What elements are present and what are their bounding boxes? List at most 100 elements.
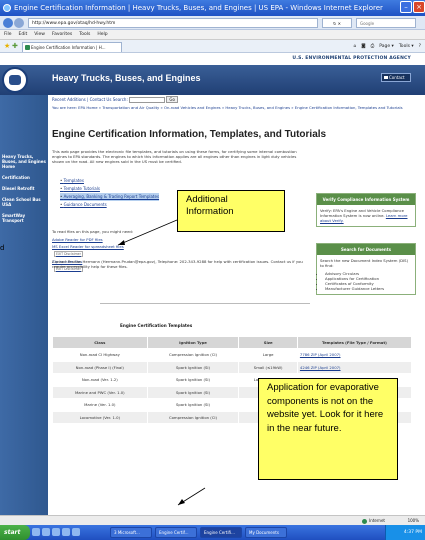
search-documents-list: Advisory Circulars Applications for Cert… — [317, 271, 415, 294]
taskbar-item[interactable]: 3 Microsoft... — [110, 527, 152, 538]
feeds-icon[interactable]: ◙ — [361, 42, 365, 51]
left-nav-smartway[interactable]: SmartWay Transport — [0, 210, 48, 226]
cell-class: Marine (Ver. 1.0) — [52, 398, 148, 412]
link-templates[interactable]: Templates — [60, 177, 159, 185]
browser-tab[interactable]: Engine Certification Information | H... — [22, 42, 122, 52]
quick-launch-icon[interactable] — [32, 528, 40, 536]
cell-class: Non-road CI Highway — [52, 348, 148, 362]
contact-button[interactable]: Contact — [381, 73, 411, 82]
taskbar-item-active[interactable]: Engine Certifi... — [200, 527, 242, 538]
search-box[interactable]: Google — [356, 18, 416, 28]
menu-favorites[interactable]: Favorites — [52, 30, 72, 39]
quick-launch-icon[interactable] — [52, 528, 60, 536]
list-item[interactable]: Manufacturer Guidance Letters — [325, 286, 415, 294]
url-field[interactable]: http://www.epa.gov/otaq/hd-hwy.htm — [28, 18, 318, 28]
window-title: Engine Certification Information | Heavy… — [14, 4, 383, 12]
print-icon[interactable]: ⎙ — [371, 42, 375, 51]
quick-launch-icon[interactable] — [42, 528, 50, 536]
col-size: Size — [238, 336, 298, 349]
cell-class: Non-road (Ver. 1.2) — [52, 373, 148, 387]
refresh-stop-buttons[interactable]: ↻ ✕ — [322, 18, 352, 28]
page-menu[interactable]: Page ▾ — [379, 42, 394, 51]
zone-label: Internet — [369, 518, 385, 523]
search-documents-body[interactable]: Search the new Document Index System (DI… — [317, 255, 415, 271]
favorites-star-icon[interactable]: ★ — [4, 42, 10, 51]
tab-label: Engine Certification Information | H... — [31, 45, 106, 50]
system-tray: 4:37 PM — [385, 525, 425, 540]
internet-explorer-icon — [3, 4, 11, 12]
additional-information-callout: Additional Information — [177, 190, 285, 232]
table-row: Non-road CI Highway Compression Ignition… — [52, 348, 413, 362]
taskbar-item[interactable]: Engine Certif... — [155, 527, 197, 538]
file-readers-intro: To read files on this page, you might ne… — [52, 229, 134, 234]
search-documents-box: Search for Documents Search the new Docu… — [316, 243, 416, 295]
close-button[interactable]: × — [413, 1, 425, 13]
start-button[interactable]: start — [0, 525, 30, 540]
contact-paragraph: Contact Prudan Hermann (Hermann.Prudan@e… — [52, 259, 303, 269]
link-guidance-documents[interactable]: Guidance Documents — [60, 201, 159, 209]
tools-menu[interactable]: Tools ▾ — [399, 42, 414, 51]
menu-bar: File Edit View Favorites Tools Help — [0, 30, 425, 40]
taskbar-item[interactable]: My Documents — [245, 527, 287, 538]
cell-class: Marine and PWC (Ver. 1.0) — [52, 385, 148, 399]
menu-file[interactable]: File — [4, 30, 12, 39]
left-nav-home[interactable]: Heavy Trucks, Buses, and Engines Home — [0, 151, 48, 172]
address-bar: http://www.epa.gov/otaq/hd-hwy.htm ↻ ✕ G… — [0, 16, 425, 30]
cell-size: Small (≤19kW) — [238, 360, 298, 374]
col-ignition-type: Ignition Type — [146, 336, 240, 349]
search-go-button[interactable]: Go — [166, 96, 178, 103]
minimize-button[interactable]: – — [400, 1, 412, 13]
quick-launch — [32, 528, 80, 536]
link-template-tutorials[interactable]: Template Tutorials — [60, 185, 159, 193]
evaporative-components-callout: Application for evaporative components i… — [258, 378, 398, 480]
cell-class: Non-road (Phase I) (Final) — [52, 360, 148, 374]
intro-paragraph: This web page provides the electronic fi… — [52, 149, 297, 164]
home-icon[interactable]: ⌂ — [353, 42, 356, 51]
add-favorites-icon[interactable]: ✚ — [12, 42, 18, 51]
quick-launch-icon[interactable] — [72, 528, 80, 536]
exit-disclaimer-badge[interactable]: EXIT Disclaimer — [54, 251, 83, 257]
window-title-bar: Engine Certification Information | Heavy… — [0, 0, 425, 16]
verify-box-body: Verify: EPA's Engine and Vehicle Complia… — [317, 205, 415, 226]
left-navigation: Heavy Trucks, Buses, and Engines Home Ce… — [0, 95, 48, 515]
cell-template-link[interactable]: 7786 ZIP (April 2007) — [296, 348, 413, 362]
mail-icon — [384, 76, 388, 79]
banner-title: Heavy Trucks, Buses, and Engines — [52, 73, 201, 83]
cell-template-link[interactable]: 4246 ZIP (April 2007) — [296, 360, 413, 374]
breadcrumb[interactable]: You are here: EPA Home » Transportation … — [52, 105, 412, 110]
menu-tools[interactable]: Tools — [79, 30, 90, 39]
menu-help[interactable]: Help — [97, 30, 107, 39]
section-divider — [100, 303, 310, 304]
link-adobe-reader[interactable]: Adobe Reader for PDF files — [52, 236, 124, 243]
table-row: Non-road (Phase I) (Final) Spark Ignitio… — [52, 360, 413, 374]
table-title: Engine Certification Templates — [120, 323, 193, 328]
cell-class: Locomotive (Ver. 1.0) — [52, 410, 148, 424]
help-icon[interactable]: ? — [419, 42, 421, 51]
left-nav-certification[interactable]: Certification — [0, 172, 48, 183]
menu-edit[interactable]: Edit — [19, 30, 28, 39]
epa-favicon-icon — [25, 45, 30, 50]
link-abt-report-templates[interactable]: Averaging, Banking & Trading Report Temp… — [60, 193, 160, 201]
table-header-row: Class Ignition Type Size Templates (File… — [52, 336, 413, 349]
epa-logo-icon[interactable] — [2, 67, 28, 93]
forward-button[interactable] — [14, 18, 24, 28]
contact-button-label: Contact — [389, 75, 405, 80]
subnav-search-input[interactable] — [129, 97, 166, 103]
cell-size: Large — [238, 348, 298, 362]
left-nav-spacer — [0, 95, 48, 151]
link-excel-reader[interactable]: MS Excel Reader for spreadsheet files EXI… — [52, 243, 124, 258]
verify-box-title: Verify Compliance Information System — [317, 194, 415, 205]
command-bar: ⌂ ◙ ⎙ Page ▾ Tools ▾ ? — [353, 42, 421, 51]
quick-launch-icon[interactable] — [62, 528, 70, 536]
menu-view[interactable]: View — [34, 30, 45, 39]
section-links: Templates Template Tutorials Averaging, … — [60, 177, 160, 209]
link-excel-reader-label: MS Excel Reader for spreadsheet files — [52, 244, 124, 249]
cell-ignition: Spark Ignition (SI) — [146, 360, 240, 374]
subnav-links[interactable]: Recent Additions | Contact Us Search: — [52, 97, 128, 102]
back-button[interactable] — [3, 18, 13, 28]
cell-ignition: Spark Ignition (SI) — [146, 398, 240, 412]
left-nav-clean-school-bus[interactable]: Clean School Bus USA — [0, 194, 48, 210]
col-class: Class — [52, 336, 148, 349]
edge-letter: d — [0, 244, 5, 252]
left-nav-diesel-retrofit[interactable]: Diesel Retrofit — [0, 183, 48, 194]
